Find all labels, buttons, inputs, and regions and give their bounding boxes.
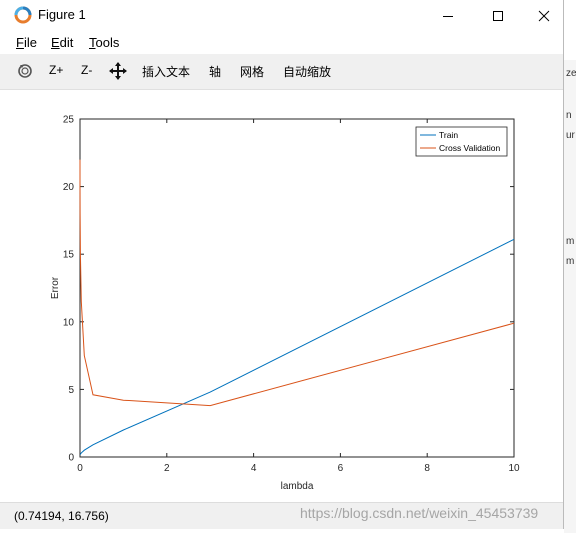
watermark: https://blog.csdn.net/weixin_45453739	[300, 505, 539, 521]
close-button[interactable]	[521, 0, 567, 31]
line-chart[interactable]: 0 2 4 6 8 10 0 5 10 15 20 25 lambda Error Train Cross V…	[0, 90, 563, 502]
background-char: ze	[566, 68, 576, 79]
minimize-button[interactable]	[425, 0, 471, 31]
axes-button[interactable]: 轴	[209, 63, 221, 80]
rotate-icon[interactable]	[16, 62, 34, 80]
x-tick-label: 0	[77, 463, 83, 474]
y-tick-label: 5	[68, 385, 74, 396]
background-char: m	[566, 236, 575, 247]
grid-button[interactable]: 网格	[240, 63, 264, 80]
menu-bar: File Edit Tools	[0, 31, 563, 54]
x-axis-label: lambda	[281, 481, 314, 492]
x-tick-label: 8	[424, 463, 430, 474]
background-char: n	[566, 110, 572, 121]
axes-box	[79, 118, 515, 458]
pan-icon[interactable]	[109, 62, 127, 80]
cursor-coordinates: (0.74194, 16.756)	[14, 509, 109, 523]
y-tick-label: 20	[63, 182, 75, 193]
y-tick-label: 25	[63, 115, 75, 126]
legend-label: Train	[439, 130, 458, 140]
plot-area[interactable]: 0 2 4 6 8 10 0 5 10 15 20 25 lambda Error Train Cross V…	[0, 90, 563, 502]
menu-file[interactable]: File	[16, 35, 37, 50]
maximize-icon	[493, 10, 503, 21]
y-tick-label: 15	[63, 250, 75, 261]
y-axis-label: Error	[50, 276, 61, 299]
y-tick-label: 0	[68, 453, 74, 464]
zoom-out-button[interactable]: Z-	[81, 63, 92, 77]
insert-text-button[interactable]: 插入文本	[142, 63, 190, 80]
window-title: Figure 1	[38, 7, 86, 22]
background-char: m	[566, 256, 575, 267]
x-tick-label: 4	[251, 463, 257, 474]
close-icon	[538, 10, 550, 21]
octave-logo-icon	[14, 6, 32, 24]
autoscale-button[interactable]: 自动缩放	[283, 63, 331, 80]
figure-window: Figure 1 File Edit Tools Z+ Z- 插入文本 轴 网格…	[0, 0, 564, 529]
x-tick-label: 2	[164, 463, 170, 474]
background-char: ur	[566, 130, 575, 141]
menu-edit[interactable]: Edit	[51, 35, 73, 50]
x-tick-label: 10	[508, 463, 520, 474]
x-tick-label: 6	[338, 463, 344, 474]
legend-label: Cross Validation	[439, 143, 501, 153]
zoom-in-button[interactable]: Z+	[49, 63, 63, 77]
y-tick-label: 10	[63, 317, 75, 328]
toolbar: Z+ Z- 插入文本 轴 网格 自动缩放	[0, 54, 563, 90]
title-bar[interactable]: Figure 1	[0, 0, 563, 31]
background-window: ze n ur m m	[564, 60, 576, 533]
minimize-icon	[443, 15, 453, 17]
menu-tools[interactable]: Tools	[89, 35, 119, 50]
maximize-button[interactable]	[475, 0, 521, 31]
